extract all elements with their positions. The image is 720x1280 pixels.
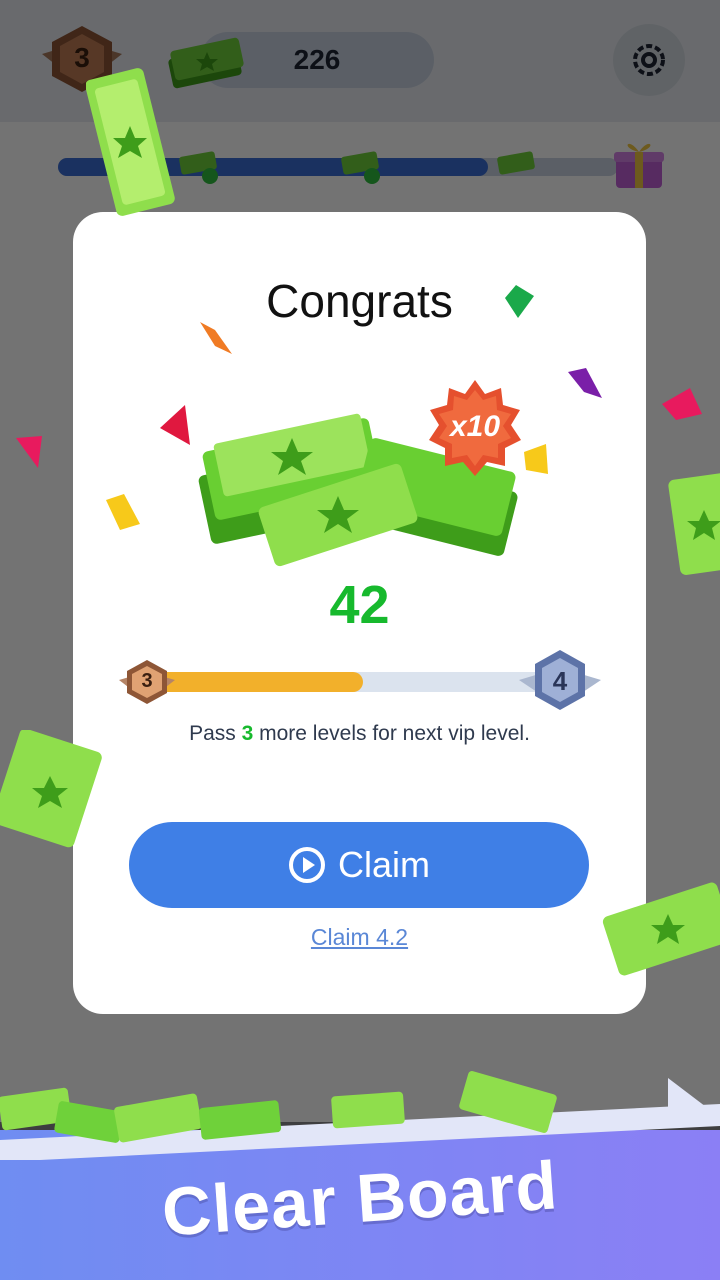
flying-cash-bill-icon: [602, 882, 720, 976]
flying-cash-bill-icon: [668, 473, 720, 575]
flying-cash-bill-icon: [86, 68, 175, 216]
flying-cash-bill-icon: [0, 730, 102, 848]
